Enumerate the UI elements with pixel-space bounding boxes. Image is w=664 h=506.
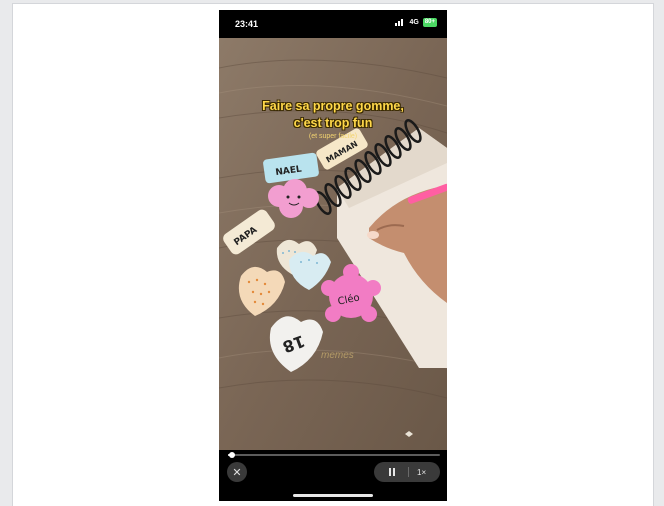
pill-divider — [408, 467, 409, 477]
progress-bar[interactable] — [228, 452, 440, 458]
playback-pill: 1× — [374, 462, 440, 482]
speed-button[interactable]: 1× — [417, 468, 426, 477]
video-caption: Faire sa propre gomme, c'est trop fun (e… — [239, 98, 427, 141]
pause-icon[interactable] — [380, 468, 404, 476]
home-indicator[interactable] — [293, 494, 373, 497]
caption-line2: c'est trop fun — [293, 116, 373, 130]
player-controls: ✕ 1× — [219, 450, 447, 501]
video-watermark: memes — [321, 350, 354, 361]
close-button[interactable]: ✕ — [227, 462, 247, 482]
network-label: 4G — [409, 19, 419, 26]
caption-sub: (et super facile) — [308, 133, 358, 140]
signal-icon — [395, 19, 405, 26]
status-bar: 23:41 4G 80+ — [219, 10, 447, 38]
phone-screen: 23:41 4G 80+ NAEL MAMAN PAPA Cléo 18 Fai… — [219, 10, 447, 501]
progress-thumb[interactable] — [229, 452, 235, 458]
battery-icon: 80+ — [422, 18, 437, 27]
video-player[interactable]: NAEL MAMAN PAPA Cléo 18 Faire sa propre … — [219, 38, 447, 450]
caption-line1: Faire sa propre gomme, — [262, 99, 404, 113]
close-icon: ✕ — [232, 466, 242, 479]
status-time: 23:41 — [235, 19, 259, 29]
status-indicators: 4G 80+ — [395, 18, 437, 27]
